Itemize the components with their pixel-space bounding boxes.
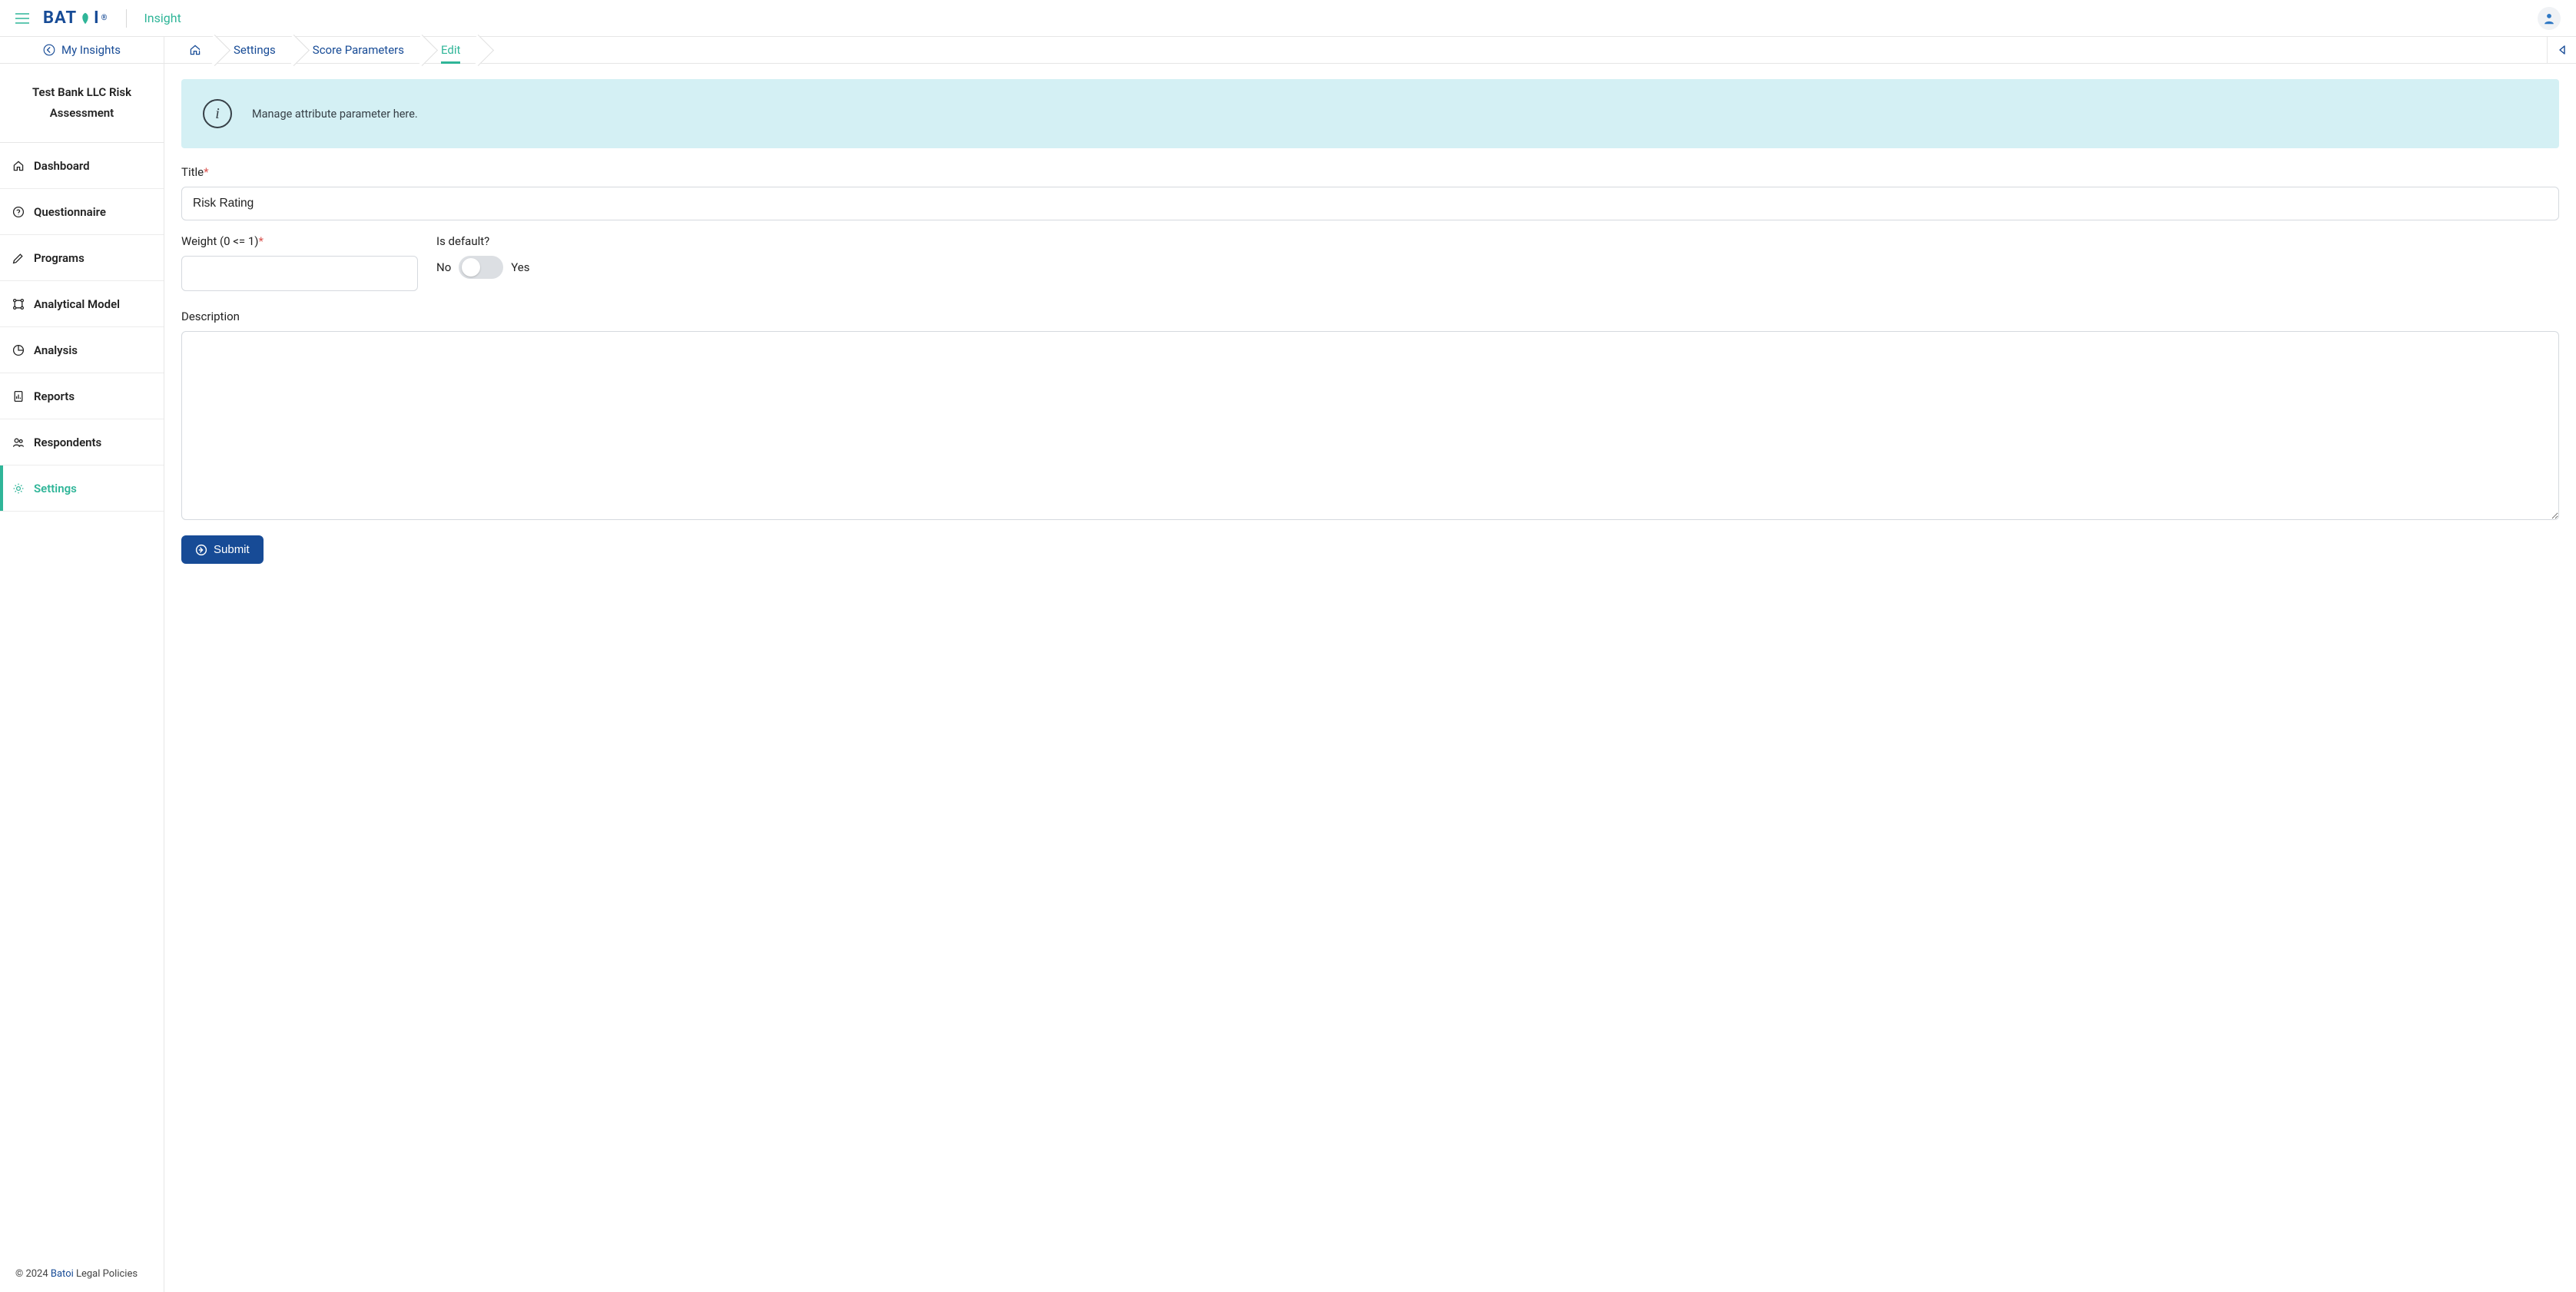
pie-icon — [12, 344, 25, 356]
gear-icon — [12, 482, 25, 495]
sidebar-item-analytical-model[interactable]: Analytical Model — [0, 281, 164, 327]
field-weight-group: Weight (0 <= 1)* — [181, 234, 418, 291]
breadcrumb-bar: Settings Score Parameters Edit — [164, 37, 2576, 64]
required-mark: * — [204, 165, 208, 179]
info-alert: i Manage attribute parameter here. — [181, 79, 2559, 148]
logo-registered: ® — [101, 14, 108, 22]
footer-brand-link[interactable]: Batoi — [51, 1268, 74, 1280]
submit-button[interactable]: Submit — [181, 535, 264, 564]
breadcrumb-label: Settings — [234, 43, 276, 57]
field-description-group: Description — [181, 310, 2559, 523]
sidebar-item-label: Questionnaire — [34, 205, 106, 219]
logo[interactable]: BAT I ® — [43, 8, 108, 28]
sidebar: My Insights Test Bank LLC Risk Assessmen… — [0, 37, 164, 1292]
arrow-right-circle-icon — [195, 544, 207, 556]
weight-label-text: Weight (0 <= 1) — [181, 234, 259, 248]
my-insights-label: My Insights — [61, 43, 121, 57]
sidebar-item-reports[interactable]: Reports — [0, 373, 164, 419]
default-label: Is default? — [436, 234, 530, 248]
main: Settings Score Parameters Edit i Manage … — [164, 37, 2576, 1292]
sidebar-item-label: Analytical Model — [34, 297, 120, 311]
sidebar-item-dashboard[interactable]: Dashboard — [0, 143, 164, 189]
required-mark: * — [259, 234, 264, 248]
sidebar-item-settings[interactable]: Settings — [0, 465, 164, 512]
footer-legal: Legal Policies — [74, 1268, 138, 1280]
arrow-back-circle-icon — [43, 44, 55, 56]
sidebar-item-questionnaire[interactable]: Questionnaire — [0, 189, 164, 235]
description-label: Description — [181, 310, 2559, 323]
model-nodes-icon — [12, 298, 25, 310]
home-icon — [189, 44, 201, 56]
logo-text-2: I — [94, 8, 99, 28]
field-title-group: Title* — [181, 165, 2559, 220]
field-default-group: Is default? No Yes — [436, 234, 530, 291]
sidebar-item-label: Respondents — [34, 436, 101, 449]
product-name[interactable]: Insight — [144, 11, 181, 25]
default-toggle[interactable] — [459, 256, 503, 279]
user-avatar[interactable] — [2538, 7, 2561, 30]
question-circle-icon — [12, 206, 25, 218]
weight-input[interactable] — [181, 256, 418, 291]
breadcrumb-label: Score Parameters — [313, 43, 404, 57]
leaf-icon — [78, 12, 92, 25]
breadcrumbs: Settings Score Parameters Edit — [175, 37, 479, 63]
submit-label: Submit — [214, 543, 250, 556]
topbar: BAT I ® Insight — [0, 0, 2576, 37]
sidebar-item-label: Settings — [34, 482, 77, 495]
sidebar-item-programs[interactable]: Programs — [0, 235, 164, 281]
project-title: Test Bank LLC Risk Assessment — [0, 64, 164, 143]
topbar-left: BAT I ® Insight — [15, 8, 181, 28]
sidebar-item-label: Programs — [34, 251, 85, 265]
breadcrumb-home[interactable] — [175, 37, 215, 63]
footer: © 2024 Batoi Legal Policies — [0, 1257, 164, 1292]
breadcrumb-collapse-button[interactable] — [2547, 37, 2576, 63]
breadcrumb-score-parameters[interactable]: Score Parameters — [294, 37, 423, 63]
report-icon — [12, 390, 25, 403]
alert-text: Manage attribute parameter here. — [252, 108, 418, 121]
info-icon: i — [203, 99, 232, 128]
weight-label: Weight (0 <= 1)* — [181, 234, 418, 248]
content-area: i Manage attribute parameter here. Title… — [164, 64, 2576, 582]
sidebar-item-label: Reports — [34, 389, 75, 403]
triangle-left-icon — [2558, 45, 2566, 55]
footer-copyright: © 2024 — [15, 1268, 51, 1280]
sidebar-item-analysis[interactable]: Analysis — [0, 327, 164, 373]
pen-icon — [12, 252, 25, 264]
nav-list: Dashboard Questionnaire Programs Analyti… — [0, 143, 164, 512]
sidebar-item-label: Dashboard — [34, 159, 90, 173]
title-input[interactable] — [181, 187, 2559, 220]
title-label-text: Title — [181, 165, 204, 179]
breadcrumb-edit[interactable]: Edit — [423, 37, 479, 63]
hamburger-icon[interactable] — [15, 13, 29, 24]
toggle-knob — [462, 258, 480, 277]
home-icon — [12, 160, 25, 172]
sidebar-item-label: Analysis — [34, 343, 78, 357]
breadcrumb-label: Edit — [441, 43, 460, 64]
sidebar-item-respondents[interactable]: Respondents — [0, 419, 164, 465]
description-textarea[interactable] — [181, 331, 2559, 520]
divider — [126, 9, 127, 28]
title-label: Title* — [181, 165, 2559, 179]
toggle-no-label: No — [436, 260, 451, 274]
logo-text-1: BAT — [43, 8, 77, 28]
users-icon — [12, 436, 25, 449]
breadcrumb-settings[interactable]: Settings — [215, 37, 294, 63]
toggle-yes-label: Yes — [511, 260, 529, 274]
my-insights-link[interactable]: My Insights — [0, 37, 164, 64]
person-icon — [2542, 12, 2556, 25]
